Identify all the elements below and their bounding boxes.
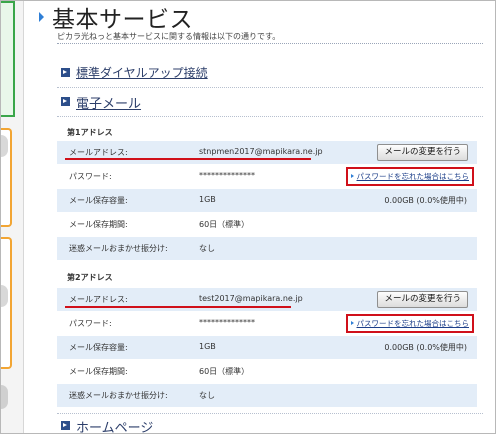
mail-address-value: stnpmen2017@mapikara.ne.jp	[199, 147, 323, 156]
left-sidebar	[1, 1, 24, 433]
square-arrow-icon	[61, 68, 70, 77]
password-label: パスワード:	[69, 319, 112, 328]
spam-value: なし	[199, 244, 215, 253]
address-1-mail-row: メールアドレス: stnpmen2017@mapikara.ne.jp メールの…	[57, 141, 477, 165]
forgot-password-link[interactable]: パスワードを忘れた場合はこちら	[345, 314, 474, 333]
address-1-period-row: メール保存期間: 60日（標準）	[57, 213, 477, 237]
spam-value: なし	[199, 391, 215, 400]
title-divider	[57, 43, 483, 44]
address-1-table: メールアドレス: stnpmen2017@mapikara.ne.jp メールの…	[57, 141, 477, 261]
capacity-value: 1GB	[199, 342, 216, 351]
address-2-password-row: パスワード: ************** パスワードを忘れた場合はこちら	[57, 312, 477, 336]
address-1-heading: 第1アドレス	[67, 128, 113, 137]
period-label: メール保存期間:	[69, 220, 128, 229]
mail-address-value: test2017@mapikara.ne.jp	[199, 294, 303, 303]
address-2-capacity-row: メール保存容量: 1GB 0.00GB (0.0%使用中)	[57, 336, 477, 360]
section-email-link[interactable]: 電子メール	[76, 93, 141, 112]
mail-address-label: メールアドレス:	[69, 295, 128, 304]
change-mail-button[interactable]: メールの変更を行う	[377, 144, 468, 161]
mail-address-label: メールアドレス:	[69, 148, 128, 157]
address-2-spam-row: 迷惑メールおまかせ振分け: なし	[57, 384, 477, 408]
section-divider	[57, 87, 483, 88]
change-mail-button[interactable]: メールの変更を行う	[377, 291, 468, 308]
sidebar-scroll-knob-2	[1, 285, 8, 307]
spam-label: 迷惑メールおまかせ振分け:	[69, 391, 168, 400]
password-value: **************	[199, 318, 255, 327]
capacity-value: 1GB	[199, 195, 216, 204]
period-label: メール保存期間:	[69, 367, 128, 376]
highlight-underline	[65, 306, 291, 308]
section-divider	[57, 413, 483, 414]
capacity-label: メール保存容量:	[69, 343, 128, 352]
square-arrow-icon	[61, 421, 70, 430]
address-1-capacity-row: メール保存容量: 1GB 0.00GB (0.0%使用中)	[57, 189, 477, 213]
period-value: 60日（標準）	[199, 367, 250, 376]
highlight-underline	[65, 158, 311, 160]
section-divider	[57, 116, 483, 117]
address-2-period-row: メール保存期間: 60日（標準）	[57, 360, 477, 384]
address-2-heading: 第2アドレス	[67, 273, 113, 282]
password-label: パスワード:	[69, 172, 112, 181]
sidebar-scroll-knob-1	[1, 135, 8, 157]
sidebar-tab-green[interactable]	[1, 1, 15, 117]
section-dialup-link[interactable]: 標準ダイヤルアップ接続	[76, 64, 208, 81]
capacity-label: メール保存容量:	[69, 196, 128, 205]
browser-viewport: 基本サービス ピカラ光ねっと基本サービスに関する情報は以下の通りです。 標準ダイ…	[0, 0, 496, 434]
address-1-spam-row: 迷惑メールおまかせ振分け: なし	[57, 237, 477, 261]
address-2-mail-row: メールアドレス: test2017@mapikara.ne.jp メールの変更を…	[57, 288, 477, 312]
section-homepage-link[interactable]: ホームページ	[76, 417, 153, 433]
forgot-password-link[interactable]: パスワードを忘れた場合はこちら	[345, 167, 474, 186]
page-subtitle: ピカラ光ねっと基本サービスに関する情報は以下の通りです。	[57, 32, 281, 41]
square-arrow-icon	[61, 97, 70, 106]
usage-value: 0.00GB (0.0%使用中)	[384, 196, 467, 205]
address-2-table: メールアドレス: test2017@mapikara.ne.jp メールの変更を…	[57, 288, 477, 408]
address-1-password-row: パスワード: ************** パスワードを忘れた場合はこちら	[57, 165, 477, 189]
password-value: **************	[199, 171, 255, 180]
spam-label: 迷惑メールおまかせ振分け:	[69, 244, 168, 253]
page-title: 基本サービス	[52, 7, 193, 33]
usage-value: 0.00GB (0.0%使用中)	[384, 343, 467, 352]
period-value: 60日（標準）	[199, 220, 250, 229]
sidebar-scroll-knob-3	[1, 385, 8, 409]
triangle-right-icon	[39, 12, 44, 22]
